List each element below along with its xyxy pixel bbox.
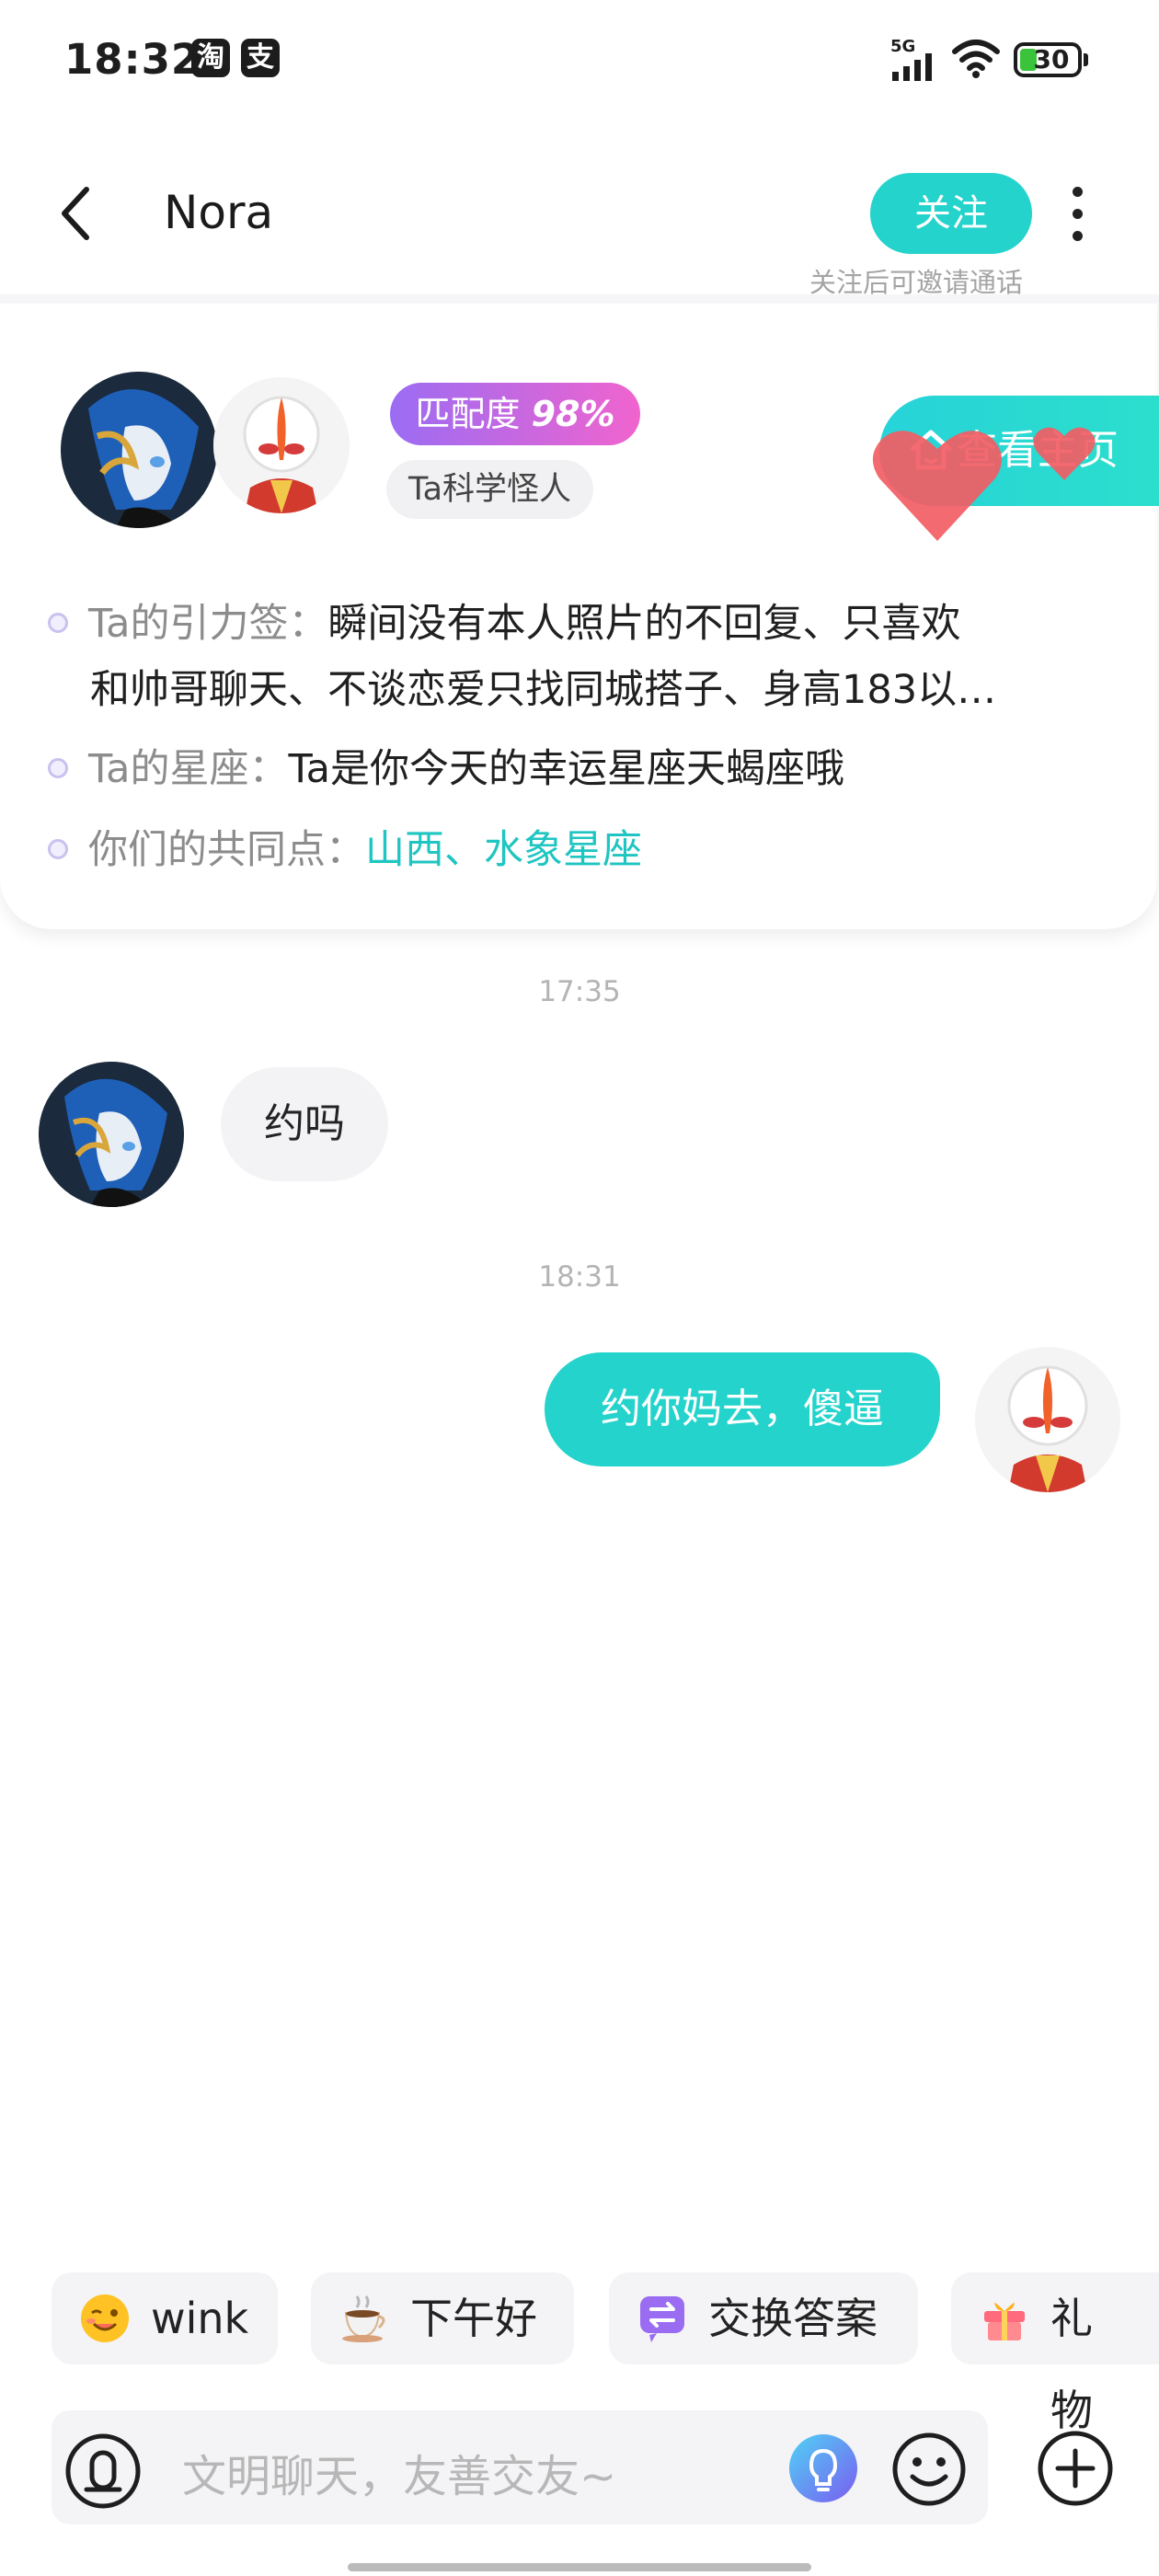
persona-tag: Ta科学怪人 (386, 460, 594, 519)
quick-chip-label: 礼物 (1050, 2294, 1093, 2435)
zodiac-row: Ta的星座：Ta是你今天的幸运星座天蝎座哦 (48, 742, 844, 797)
small-heart-icon (1033, 427, 1096, 480)
gift-icon (984, 2303, 1025, 2340)
quick-chip-wink[interactable]: wink (52, 2272, 278, 2364)
quick-chip-label: wink (151, 2294, 249, 2343)
plus-icon[interactable] (1036, 2429, 1115, 2508)
follow-button[interactable]: 关注 (870, 173, 1032, 254)
tags-label: Ta的引力签： (88, 601, 328, 647)
message-my-avatar[interactable] (975, 1347, 1120, 1492)
bullet-dot (48, 757, 68, 778)
coffee-icon (342, 2295, 385, 2342)
taobao-notification-icon: 淘 (191, 39, 230, 77)
signal-icon (892, 53, 932, 81)
quick-chip-exchange-answers[interactable]: 交换答案 (609, 2272, 918, 2364)
status-time: 18:32 (64, 35, 201, 84)
back-arrow-icon[interactable] (57, 184, 94, 243)
my-avatar[interactable] (213, 377, 350, 513)
quick-chip-label: 下午好 (410, 2294, 537, 2343)
emoji-icon[interactable] (890, 2431, 968, 2508)
alipay-notification-icon: 支 (241, 39, 280, 77)
outgoing-message-bubble[interactable]: 约你妈去，傻逼 (545, 1352, 940, 1466)
zodiac-label: Ta的星座： (88, 746, 289, 792)
battery-level: 30 (1033, 44, 1070, 75)
message-timestamp: 18:31 (538, 1260, 621, 1294)
message-my-avatar-art (975, 1347, 1120, 1492)
swap-icon (640, 2296, 684, 2342)
battery-cap (1084, 53, 1088, 66)
message-partner-avatar-art (39, 1062, 184, 1207)
common-row: 你们的共同点：山西、水象星座 (48, 822, 642, 878)
bullet-dot (48, 838, 68, 859)
common-value: 山西、水象星座 (365, 827, 642, 873)
partner-avatar[interactable] (61, 372, 217, 528)
chat-title: Nora (164, 186, 274, 239)
quick-chip-label: 交换答案 (708, 2294, 878, 2343)
tags-line1: 瞬间没有本人照片的不回复、只喜欢 (327, 601, 961, 647)
more-options-icon[interactable] (1073, 187, 1084, 253)
voice-icon[interactable] (64, 2432, 142, 2510)
message-timestamp: 17:35 (538, 975, 621, 1008)
match-badge: 匹配度 98% (390, 383, 640, 445)
quick-chip-gift[interactable]: 礼物 (951, 2272, 1159, 2435)
wink-emoji-icon (81, 2294, 129, 2342)
my-avatar-art (213, 377, 350, 513)
common-label: 你们的共同点： (88, 827, 365, 873)
match-label: 匹配度 (415, 394, 521, 434)
home-indicator[interactable] (348, 2563, 811, 2571)
battery-icon: 30 (1014, 42, 1082, 77)
incoming-message-bubble[interactable]: 约吗 (221, 1067, 388, 1181)
match-value: 98% (531, 394, 615, 434)
tags-line2: 和帅哥聊天、不谈恋爱只找同城搭子、身高183以… (90, 667, 997, 713)
wifi-icon (952, 40, 1000, 78)
heart-icon (872, 431, 1003, 541)
tags-row: Ta的引力签：瞬间没有本人照片的不回复、只喜欢 (48, 596, 961, 651)
ai-assistant-icon[interactable] (787, 2432, 859, 2504)
message-partner-avatar[interactable] (39, 1062, 184, 1207)
message-input[interactable]: 文明聊天，友善交友~ (182, 2440, 616, 2504)
partner-avatar-art (61, 372, 217, 528)
zodiac-value: Ta是你今天的幸运星座天蝎座哦 (288, 746, 845, 792)
quick-chip-good-afternoon[interactable]: 下午好 (311, 2272, 574, 2364)
bullet-dot (48, 612, 68, 633)
